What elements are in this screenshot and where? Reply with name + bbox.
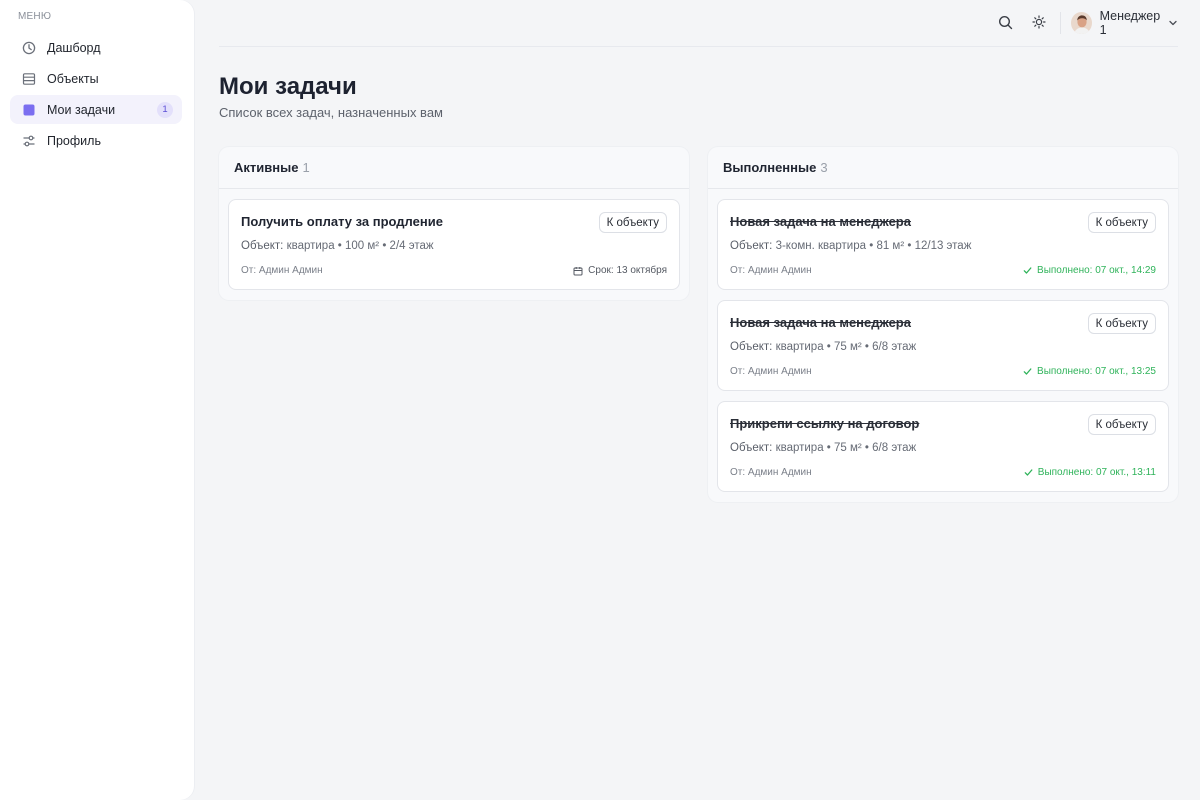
task-completed-status: Выполнено: 07 окт., 14:29 (1023, 265, 1156, 276)
completed-text: Выполнено: 07 окт., 13:25 (1037, 366, 1156, 377)
calendar-icon (573, 266, 583, 276)
sliders-icon (22, 134, 36, 148)
sidebar-item-objects[interactable]: Объекты (10, 64, 182, 93)
object-details: квартира • 75 м² • 6/8 этаж (775, 341, 917, 353)
sidebar-item-label: Мои задачи (47, 102, 116, 117)
go-to-object-button[interactable]: К объекту (1087, 414, 1156, 435)
sidebar-item-my-tasks[interactable]: Мои задачи 1 (10, 95, 182, 124)
task-object-meta: Объект: квартира • 75 м² • 6/8 этаж (730, 341, 916, 353)
object-label: Объект: (730, 341, 773, 353)
chevron-down-icon (1168, 18, 1178, 28)
page-title: Мои задачи (219, 73, 357, 100)
topbar-divider (1060, 12, 1061, 34)
sidebar-item-label: Дашборд (47, 40, 101, 55)
task-title: Новая задача на менеджера (730, 214, 911, 229)
task-title: Получить оплату за продление (241, 214, 443, 229)
menu-caption: МЕНЮ (18, 11, 52, 22)
avatar (1071, 12, 1092, 34)
task-card[interactable]: Получить оплату за продление К объекту О… (228, 199, 680, 290)
completed-text: Выполнено: 07 окт., 14:29 (1037, 265, 1156, 276)
task-card[interactable]: Новая задача на менеджера К объекту Объе… (717, 199, 1169, 290)
object-label: Объект: (241, 240, 284, 252)
sidebar-item-dashboard[interactable]: Дашборд (10, 33, 182, 62)
active-tasks-column: Активные 1 Получить оплату за продление … (219, 147, 689, 300)
task-title: Новая задача на менеджера (730, 315, 911, 330)
sidebar-item-label: Профиль (47, 133, 101, 148)
task-author: От: Админ Админ (241, 265, 323, 276)
theme-toggle-sun-icon[interactable] (1031, 14, 1047, 30)
completed-text: Выполнено: 07 окт., 13:11 (1037, 467, 1156, 478)
sidebar-nav: Дашборд Объекты Мои задачи 1 Профиль (10, 33, 182, 157)
topbar: Менеджер 1 (219, 0, 1178, 47)
user-menu[interactable]: Менеджер 1 (1071, 9, 1178, 37)
go-to-object-button[interactable]: К объекту (1087, 313, 1156, 334)
task-author: От: Админ Админ (730, 265, 812, 276)
user-name: Менеджер 1 (1099, 9, 1161, 37)
column-body: Получить оплату за продление К объекту О… (219, 189, 689, 300)
task-card[interactable]: Новая задача на менеджера К объекту Объе… (717, 300, 1169, 391)
tasks-square-icon (22, 103, 36, 117)
page-subtitle: Список всех задач, назначенных вам (219, 105, 443, 120)
done-tasks-column: Выполненные 3 Новая задача на менеджера … (708, 147, 1178, 502)
list-icon (22, 72, 36, 86)
object-details: 3-комн. квартира • 81 м² • 12/13 этаж (775, 240, 972, 252)
task-card[interactable]: Прикрепи ссылку на договор К объекту Объ… (717, 401, 1169, 492)
column-title: Активные (234, 160, 299, 175)
column-count: 3 (820, 160, 828, 175)
column-body: Новая задача на менеджера К объекту Объе… (708, 189, 1178, 502)
task-completed-status: Выполнено: 07 окт., 13:11 (1024, 467, 1156, 478)
task-object-meta: Объект: 3-комн. квартира • 81 м² • 12/13… (730, 240, 971, 252)
task-title: Прикрепи ссылку на договор (730, 416, 920, 431)
go-to-object-button[interactable]: К объекту (598, 212, 667, 233)
check-icon (1023, 266, 1032, 275)
sidebar: МЕНЮ Дашборд Объекты Мои задачи 1 Профил (0, 0, 194, 800)
sidebar-item-profile[interactable]: Профиль (10, 126, 182, 155)
dashboard-icon (22, 41, 36, 55)
object-label: Объект: (730, 442, 773, 454)
check-icon (1023, 367, 1032, 376)
column-count: 1 (302, 160, 310, 175)
search-icon[interactable] (997, 14, 1013, 30)
deadline-text: Срок: 13 октября (588, 265, 667, 276)
column-title: Выполненные (723, 160, 817, 175)
task-author: От: Админ Админ (730, 467, 812, 478)
task-completed-status: Выполнено: 07 окт., 13:25 (1023, 366, 1156, 377)
task-object-meta: Объект: квартира • 75 м² • 6/8 этаж (730, 442, 916, 454)
go-to-object-button[interactable]: К объекту (1087, 212, 1156, 233)
column-header: Активные 1 (219, 147, 689, 189)
task-author: От: Админ Админ (730, 366, 812, 377)
check-icon (1024, 468, 1033, 477)
object-label: Объект: (730, 240, 773, 252)
task-object-meta: Объект: квартира • 100 м² • 2/4 этаж (241, 240, 434, 252)
column-header: Выполненные 3 (708, 147, 1178, 189)
task-deadline: Срок: 13 октября (573, 265, 667, 276)
tasks-count-badge: 1 (157, 101, 173, 118)
sidebar-item-label: Объекты (47, 71, 99, 86)
object-details: квартира • 75 м² • 6/8 этаж (775, 442, 917, 454)
object-details: квартира • 100 м² • 2/4 этаж (286, 240, 434, 252)
